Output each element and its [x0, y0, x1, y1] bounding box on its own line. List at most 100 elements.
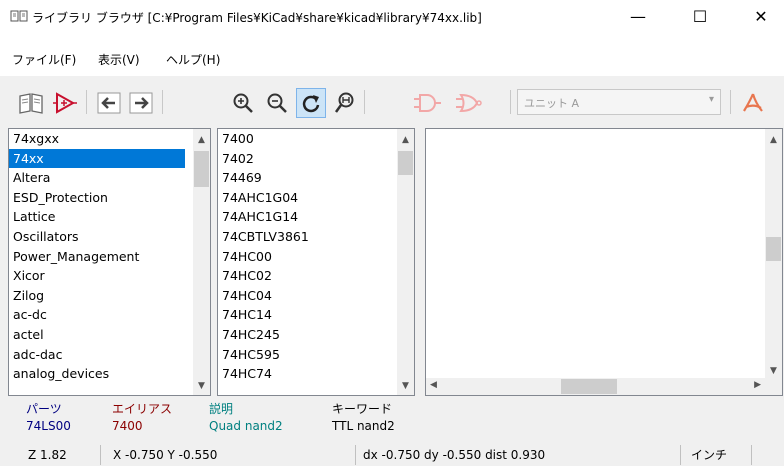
list-item[interactable]: 74AHC1G04 [218, 188, 390, 208]
part-info: パーツ 74LS00 [26, 400, 71, 433]
list-item[interactable]: Lattice [9, 207, 185, 227]
scroll-corner [765, 378, 782, 395]
pdf-icon [743, 93, 763, 112]
zoom-fit-button[interactable] [330, 88, 360, 118]
list-item[interactable]: 74HC02 [218, 266, 390, 286]
list-item[interactable]: Altera [9, 168, 185, 188]
view-datasheet-button[interactable] [738, 88, 768, 118]
preview-horizontal-scrollbar[interactable]: ◀ ▶ [426, 378, 765, 395]
toolbar-separator [86, 90, 87, 114]
scroll-down-arrow-icon[interactable]: ▼ [397, 381, 414, 391]
list-item[interactable]: Oscillators [9, 227, 185, 247]
toolbar-separator [162, 90, 163, 114]
arrow-left-icon [97, 92, 121, 114]
scrollbar-thumb[interactable] [766, 237, 781, 261]
scroll-right-arrow-icon[interactable]: ▶ [754, 380, 761, 390]
arrow-right-icon [129, 92, 153, 114]
list-item[interactable]: analog_devices [9, 364, 185, 384]
menu-view[interactable]: 表示(V) [98, 51, 140, 68]
list-item[interactable]: adc-dac [9, 345, 185, 365]
previous-part-button[interactable] [94, 88, 124, 118]
list-item[interactable]: 74xx [9, 148, 185, 169]
window-title: ライブラリ ブラウザ [C:¥Program Files¥KiCad¥share… [32, 11, 482, 25]
list-item[interactable]: Zilog [9, 286, 185, 306]
unit-select-value: ユニット A [524, 97, 580, 110]
units-status: インチ [691, 448, 728, 462]
scrollbar-thumb[interactable] [398, 151, 413, 175]
component-list-scrollbar[interactable]: ▲ ▼ [397, 129, 414, 395]
zoom-fit-icon [334, 92, 354, 113]
gate-part-icon [53, 92, 77, 114]
library-list-items: 74xgxx 74xx Altera ESD_Protection Lattice Osc… [9, 129, 185, 384]
demorgan-body-style-button[interactable] [454, 88, 484, 118]
select-library-button[interactable] [16, 88, 46, 118]
component-list-items: 7400 7402 74469 74AHC1G04 74AHC1G14 74CBTLV38… [218, 129, 390, 384]
component-preview-canvas[interactable]: ▲ ▼ ◀ ▶ [425, 128, 783, 396]
component-list[interactable]: 7400 7402 74469 74AHC1G04 74AHC1G14 74CBTLV38… [217, 128, 415, 396]
list-item[interactable]: 74HC74 [218, 364, 390, 384]
delta-coords-status: dx -0.750 dy -0.550 dist 0.930 [363, 448, 546, 462]
scroll-up-arrow-icon[interactable]: ▲ [397, 135, 414, 145]
list-item[interactable]: 74469 [218, 168, 390, 188]
library-list[interactable]: 74xgxx 74xx Altera ESD_Protection Lattice Osc… [8, 128, 211, 396]
list-item[interactable]: ac-dc [9, 305, 185, 325]
list-item[interactable]: 74HC595 [218, 345, 390, 365]
normal-body-style-button[interactable] [412, 88, 442, 118]
unit-select[interactable]: ユニット A ▾ [517, 89, 721, 115]
zoom-status: Z 1.82 [28, 448, 67, 462]
list-item[interactable]: 74HC04 [218, 286, 390, 306]
zoom-out-button[interactable] [262, 88, 292, 118]
list-item[interactable]: 74HC14 [218, 305, 390, 325]
and-gate-icon [414, 94, 441, 112]
list-item[interactable]: 74HC245 [218, 325, 390, 345]
description-value: Quad nand2 [209, 419, 283, 433]
list-item[interactable]: 74HC00 [218, 247, 390, 267]
scroll-up-arrow-icon[interactable]: ▲ [193, 135, 210, 145]
alias-header: エイリアス [112, 402, 173, 416]
book-icon [19, 93, 43, 114]
alias-value: 7400 [112, 419, 143, 433]
redraw-button[interactable] [296, 88, 326, 118]
message-panel: パーツ 74LS00 エイリアス 7400 説明 Quad nand2 キーワー… [0, 396, 784, 442]
chevron-down-icon: ▾ [708, 94, 714, 105]
scroll-left-arrow-icon[interactable]: ◀ [430, 380, 437, 390]
library-list-scrollbar[interactable]: ▲ ▼ [193, 129, 210, 395]
list-item[interactable]: 7402 [218, 149, 390, 169]
menu-file[interactable]: ファイル(F) [12, 51, 76, 68]
list-item[interactable]: 74CBTLV3861 [218, 227, 390, 247]
maximize-button[interactable]: ☐ [677, 0, 723, 34]
close-button[interactable]: ✕ [738, 0, 784, 34]
menu-help[interactable]: ヘルプ(H) [166, 51, 220, 68]
scrollbar-thumb[interactable] [561, 379, 617, 394]
description-header: 説明 [209, 402, 234, 416]
scrollbar-thumb[interactable] [194, 151, 209, 187]
minimize-button[interactable]: — [615, 0, 661, 34]
status-divider [751, 445, 752, 465]
list-item[interactable]: ESD_Protection [9, 188, 185, 208]
next-part-button[interactable] [126, 88, 156, 118]
status-divider [680, 445, 681, 465]
zoom-out-icon [267, 93, 287, 113]
keyword-value: TTL nand2 [332, 419, 395, 433]
alias-info: エイリアス 7400 [112, 400, 172, 433]
or-gate-icon [456, 93, 482, 113]
part-header: パーツ [26, 402, 62, 416]
scroll-down-arrow-icon[interactable]: ▼ [765, 366, 782, 376]
list-item[interactable]: actel [9, 325, 185, 345]
title-bar: ライブラリ ブラウザ [C:¥Program Files¥KiCad¥share… [0, 0, 784, 34]
scroll-down-arrow-icon[interactable]: ▼ [193, 381, 210, 391]
list-item[interactable]: 7400 [218, 129, 390, 149]
toolbar-separator [510, 90, 511, 114]
list-item[interactable]: 74AHC1G14 [218, 207, 390, 227]
list-item[interactable]: 74xgxx [9, 129, 185, 149]
list-item[interactable]: Power_Management [9, 247, 185, 267]
redraw-icon [302, 95, 320, 113]
keyword-info: キーワード TTL nand2 [332, 400, 395, 433]
zoom-in-button[interactable] [228, 88, 258, 118]
scroll-up-arrow-icon[interactable]: ▲ [765, 135, 782, 145]
library-browser-app-icon [10, 10, 28, 22]
cursor-coords-status: X -0.750 Y -0.550 [113, 448, 218, 462]
select-part-button[interactable] [50, 88, 80, 118]
preview-vertical-scrollbar[interactable]: ▲ ▼ [765, 129, 782, 380]
list-item[interactable]: Xicor [9, 266, 185, 286]
